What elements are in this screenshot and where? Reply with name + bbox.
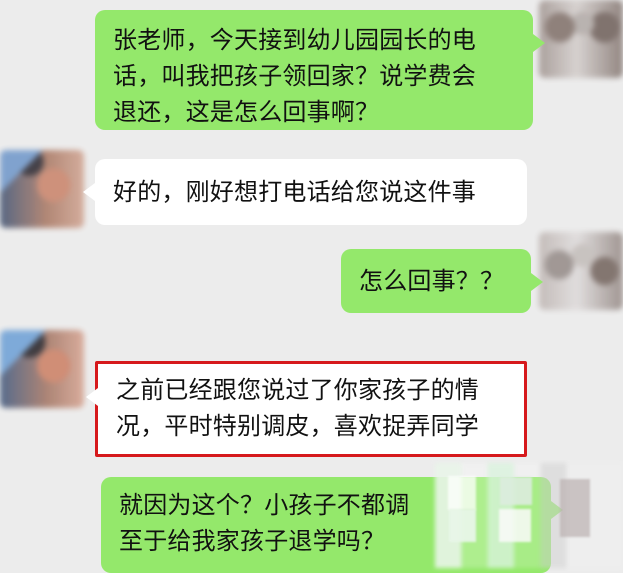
message-text-line: 况，平时特别调皮，喜欢捉弄同学 — [116, 412, 479, 440]
privacy-blur-block — [500, 477, 532, 505]
message-text-line: 张老师，今天接到幼儿园园长的电 — [113, 26, 476, 54]
avatar[interactable] — [539, 232, 623, 310]
privacy-blur-block — [449, 509, 476, 542]
chat-message-bubble[interactable]: 就因为这个？小孩子不都调 至于给我家孩子退学吗？ — [101, 477, 563, 573]
message-text-line: 怎么回事？？ — [359, 267, 505, 295]
message-text-line: 好的，刚好想打电话给您说这件事 — [113, 178, 476, 206]
chat-message-bubble[interactable]: 怎么回事？？ — [341, 249, 543, 313]
message-text-line: 退还，这是怎么回事啊？ — [113, 98, 380, 126]
chat-message-bubble[interactable]: 好的，刚好想打电话给您说这件事 — [83, 159, 527, 225]
avatar[interactable] — [0, 150, 84, 228]
privacy-blur-block — [560, 479, 590, 537]
highlighted-chat-message-bubble[interactable]: 之前已经跟您说过了你家孩子的情 况，平时特别调皮，喜欢捉弄同学 — [86, 361, 527, 457]
avatar[interactable] — [0, 330, 84, 408]
chat-window: 张老师，今天接到幼儿园园长的电 话，叫我把孩子领回家？说学费会 退还，这是怎么回… — [0, 0, 623, 573]
message-text-line: 之前已经跟您说过了你家孩子的情 — [116, 376, 479, 404]
privacy-blur-block — [499, 509, 531, 542]
privacy-blur-block — [448, 476, 476, 510]
message-text-line: 话，叫我把孩子领回家？说学费会 — [113, 62, 476, 90]
avatar[interactable] — [539, 0, 623, 78]
chat-message-bubble[interactable]: 张老师，今天接到幼儿园园长的电 话，叫我把孩子领回家？说学费会 退还，这是怎么回… — [95, 10, 545, 130]
